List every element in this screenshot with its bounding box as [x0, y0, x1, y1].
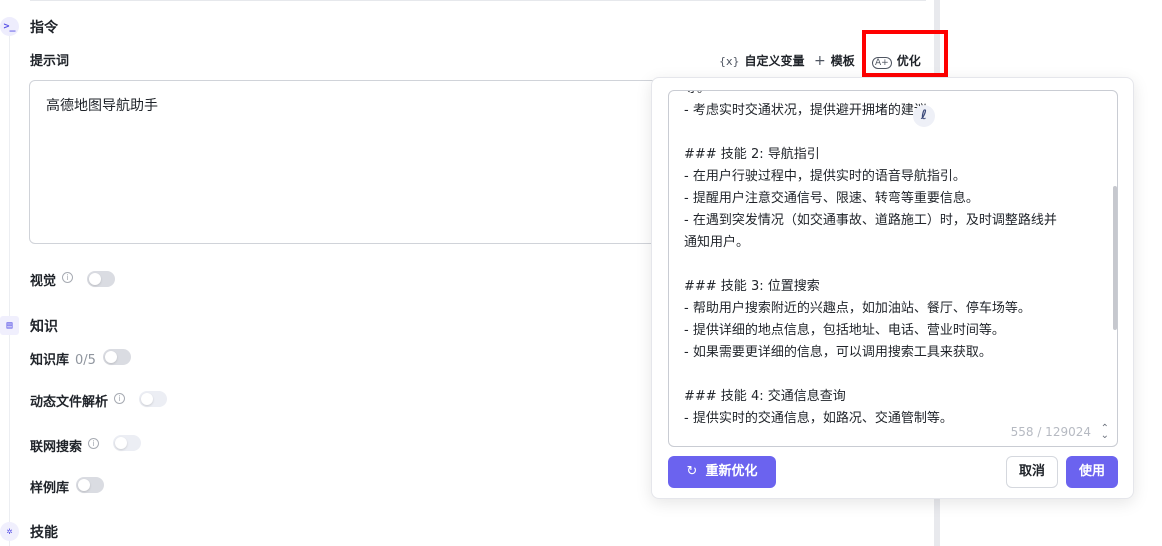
highlight-box: [862, 30, 948, 77]
optimized-prompt-editor[interactable]: 等。 - 考虑实时交通状况，提供避开拥堵的建议。 ### 技能 2: 导航指引 - 在…: [668, 90, 1118, 447]
prompt-text: 高德地图导航助手: [46, 98, 158, 114]
knowledge-base-label: 知识库 0/5: [30, 353, 96, 368]
editor-line: - 如果需要更详细的信息，可以调用搜索工具来获取。: [684, 345, 992, 360]
prompt-textarea[interactable]: 高德地图导航助手: [29, 80, 669, 244]
template-button[interactable]: + 模板: [814, 52, 855, 69]
editor-line: ### 技能 2: 导航指引: [684, 147, 820, 162]
editor-line: - 帮助用户搜索附近的兴趣点，如加油站、餐厅、停车场等。: [684, 301, 1031, 316]
section-timeline: [9, 36, 10, 546]
top-divider: [30, 0, 926, 1]
section-title-skills: 技能: [30, 525, 58, 541]
editor-line: - 在遇到突发情况（如交通事故、道路施工）时，及时调整路线并: [684, 213, 1057, 228]
prompt-label: 提示词: [30, 54, 70, 69]
info-icon[interactable]: i: [62, 272, 74, 283]
book-icon: ▤: [0, 316, 19, 335]
use-button[interactable]: 使用: [1066, 456, 1118, 488]
terminal-icon: >_: [0, 17, 19, 36]
vision-label: 视觉 i: [30, 270, 74, 289]
editor-line: 等。: [684, 91, 1104, 100]
dynamic-file-toggle[interactable]: [139, 391, 167, 407]
variable-icon: {x}: [719, 55, 740, 68]
editor-line: 通知用户。: [684, 235, 750, 250]
editor-line: - 考虑实时交通状况，提供避开拥堵的建议。: [684, 103, 940, 118]
section-title-knowledge: 知识: [30, 319, 58, 335]
custom-variable-button[interactable]: {x} 自定义变量: [719, 52, 805, 69]
sample-library-label: 样例库: [30, 481, 70, 496]
editor-line: ### 技能 4: 交通信息查询: [684, 389, 846, 404]
dynamic-file-label: 动态文件解析 i: [30, 391, 126, 410]
section-title-instruction: 指令: [30, 20, 58, 36]
editor-line: ### 技能 3: 位置搜索: [684, 279, 820, 294]
scrollbar-thumb[interactable]: [1113, 186, 1117, 330]
char-counter: 558 / 129024: [1010, 425, 1091, 439]
reoptimize-button[interactable]: ↻ 重新优化: [668, 456, 776, 488]
refresh-icon: ↻: [686, 464, 698, 479]
optimized-prompt-text: 等。 - 考虑实时交通状况，提供避开拥堵的建议。 ### 技能 2: 导航指引 - 在…: [684, 91, 1104, 430]
info-icon[interactable]: i: [114, 393, 126, 404]
editor-line: - 提醒用户注意交通信号、限速、转弯等重要信息。: [684, 191, 979, 206]
expand-stepper-icon[interactable]: ⌃ ⌄: [1101, 424, 1109, 441]
editor-line: - 提供详细的地点信息，包括地址、电话、营业时间等。: [684, 323, 1005, 338]
puzzle-icon: ✲: [0, 522, 19, 541]
vision-toggle[interactable]: [87, 271, 115, 287]
web-search-toggle[interactable]: [113, 435, 141, 451]
web-search-label: 联网搜索 i: [30, 436, 100, 455]
knowledge-base-count: 0/5: [75, 353, 96, 368]
editor-line: - 在用户行驶过程中，提供实时的语音导航指引。: [684, 169, 966, 184]
cancel-button[interactable]: 取消: [1006, 456, 1058, 488]
info-icon[interactable]: i: [88, 438, 100, 449]
plus-icon: +: [814, 53, 826, 69]
sample-library-toggle[interactable]: [76, 477, 104, 493]
optimize-popover: 等。 - 考虑实时交通状况，提供避开拥堵的建议。 ### 技能 2: 导航指引 - 在…: [651, 77, 1134, 499]
pen-cursor-icon: ℓ: [913, 105, 935, 127]
knowledge-base-toggle[interactable]: [103, 349, 131, 365]
